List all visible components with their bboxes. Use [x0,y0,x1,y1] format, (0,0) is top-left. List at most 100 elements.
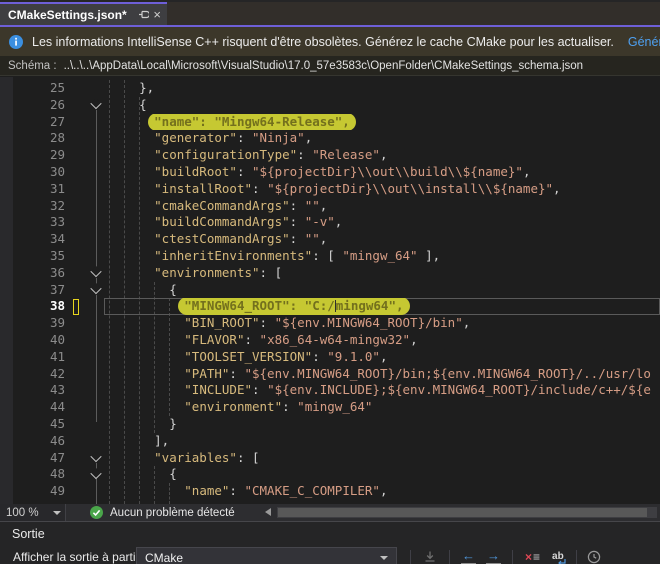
code-text: "name": "Mingw64-Release", [104,114,660,131]
line-number: 31 [0,181,65,198]
toolbar-separator [449,550,450,564]
toolbar-separator [410,550,411,564]
infobar-message: Les informations IntelliSense C++ risque… [32,35,614,49]
line-number: 37 [0,282,65,299]
code-text: "configurationType": "Release", [104,147,660,164]
code-line[interactable]: 46 ], [0,433,660,450]
fold-chevron-icon[interactable] [90,451,101,462]
toolbar-separator [576,550,577,564]
code-text: "BIN_ROOT": "${env.MINGW64_ROOT}/bin", [104,315,660,332]
zoom-select[interactable]: 100 % [0,504,66,521]
fold-chevron-icon[interactable] [90,266,101,277]
code-line[interactable]: 35 "inheritEnvironments": [ "mingw_64" ]… [0,248,660,265]
line-number: 42 [0,366,65,383]
code-text: "environment": "mingw_64" [104,399,660,416]
fold-column[interactable] [87,471,104,479]
fold-column[interactable] [87,101,104,109]
code-line[interactable]: 30 "buildRoot": "${projectDir}\\out\\bui… [0,164,660,181]
code-line[interactable]: 38 "MINGW64_ROOT": "C:/mingw64", [0,298,660,315]
clear-all-icon[interactable]: ×≡ [525,552,540,562]
search-highlight: "MINGW64_ROOT": "C:/mingw64", [178,298,409,315]
search-highlight: "name": "Mingw64-Release", [148,114,356,131]
word-wrap-icon[interactable]: ab [552,552,564,562]
code-text: "cmakeCommandArgs": "", [104,198,660,215]
scrollbar-thumb[interactable] [278,508,647,517]
line-number: 28 [0,130,65,147]
code-line[interactable]: 25 }, [0,80,660,97]
code-line[interactable]: 44 "environment": "mingw_64" [0,399,660,416]
code-text: "installRoot": "${projectDir}\\out\\inst… [104,181,660,198]
code-line[interactable]: 43 "INCLUDE": "${env.INCLUDE};${env.MING… [0,382,660,399]
code-line[interactable]: 41 "TOOLSET_VERSION": "9.1.0", [0,349,660,366]
line-number: 40 [0,332,65,349]
code-lines[interactable]: 25 },26 {27 "name": "Mingw64-Release",28… [0,80,660,500]
code-line[interactable]: 27 "name": "Mingw64-Release", [0,114,660,131]
clock-icon[interactable] [587,550,601,564]
code-text: "ctestCommandArgs": "", [104,231,660,248]
code-text: "TOOLSET_VERSION": "9.1.0", [104,349,660,366]
line-number: 44 [0,399,65,416]
fold-chevron-icon[interactable] [90,283,101,294]
fold-chevron-icon[interactable] [90,468,101,479]
schema-label: Schéma : [8,60,57,72]
line-number: 43 [0,382,65,399]
pin-icon[interactable] [138,9,149,20]
fold-chevron-icon[interactable] [90,98,101,109]
schema-bar: Schéma : ..\..\..\AppData\Local\Microsof… [0,56,660,76]
fold-column[interactable] [87,269,104,277]
line-number: 35 [0,248,65,265]
scroll-left-arrow-icon[interactable] [265,508,271,516]
tab-title: CMakeSettings.json* [8,8,134,22]
code-text: "buildCommandArgs": "-v", [104,214,660,231]
next-message-icon[interactable]: → [486,550,501,564]
code-line[interactable]: 26 { [0,97,660,114]
code-line[interactable]: 42 "PATH": "${env.MINGW64_ROOT}/bin;${en… [0,366,660,383]
line-number: 29 [0,147,65,164]
code-text: } [104,416,660,433]
code-line[interactable]: 40 "FLAVOR": "x86_64-w64-mingw32", [0,332,660,349]
line-number: 25 [0,80,65,97]
output-source-combobox[interactable]: CMake [136,547,397,564]
line-number: 33 [0,214,65,231]
prev-message-icon[interactable]: ← [461,550,476,564]
code-text: "FLAVOR": "x86_64-w64-mingw32", [104,332,660,349]
code-line[interactable]: 39 "BIN_ROOT": "${env.MINGW64_ROOT}/bin"… [0,315,660,332]
tab-bar: CMakeSettings.json* × [0,0,660,25]
line-number: 45 [0,416,65,433]
line-number: 38 [0,298,65,315]
code-line[interactable]: 28 "generator": "Ninja", [0,130,660,147]
code-line[interactable]: 33 "buildCommandArgs": "-v", [0,214,660,231]
code-line[interactable]: 47 "variables": [ [0,450,660,467]
code-line[interactable]: 32 "cmakeCommandArgs": "", [0,198,660,215]
code-editor[interactable]: 25 },26 {27 "name": "Mingw64-Release",28… [0,77,660,504]
close-icon[interactable]: × [153,9,161,20]
fold-column[interactable] [87,286,104,294]
unsaved-change-marker [73,299,79,315]
code-line[interactable]: 36 "environments": [ [0,265,660,282]
code-text: "MINGW64_ROOT": "C:/mingw64", [104,298,660,315]
code-line[interactable]: 45 } [0,416,660,433]
code-text: { [104,466,660,483]
code-line[interactable]: 29 "configurationType": "Release", [0,147,660,164]
generate-link[interactable]: Générer [628,35,660,49]
code-text: { [104,282,660,299]
line-number: 27 [0,114,65,131]
code-line[interactable]: 37 { [0,282,660,299]
code-line[interactable]: 49 "name": "CMAKE_C_COMPILER", [0,483,660,500]
output-toolbar: ← → ×≡ ab [404,547,605,564]
code-line[interactable]: 48 { [0,466,660,483]
fold-column[interactable] [87,454,104,462]
schema-path[interactable]: ..\..\..\AppData\Local\Microsoft\VisualS… [64,60,584,72]
intellisense-info-bar: Les informations IntelliSense C++ risque… [0,27,660,56]
code-line[interactable]: 34 "ctestCommandArgs": "", [0,231,660,248]
horizontal-scrollbar[interactable] [277,507,657,518]
goto-message-icon[interactable] [423,550,437,564]
change-marker-column [65,299,87,315]
line-number: 32 [0,198,65,215]
problems-text: Aucun problème détecté [110,507,235,519]
tab-cmakesettings[interactable]: CMakeSettings.json* × [0,2,167,25]
toolbar-separator [512,550,513,564]
code-line[interactable]: 31 "installRoot": "${projectDir}\\out\\i… [0,181,660,198]
code-text: "inheritEnvironments": [ "mingw_64" ], [104,248,660,265]
problems-indicator[interactable]: Aucun problème détecté [90,506,235,519]
